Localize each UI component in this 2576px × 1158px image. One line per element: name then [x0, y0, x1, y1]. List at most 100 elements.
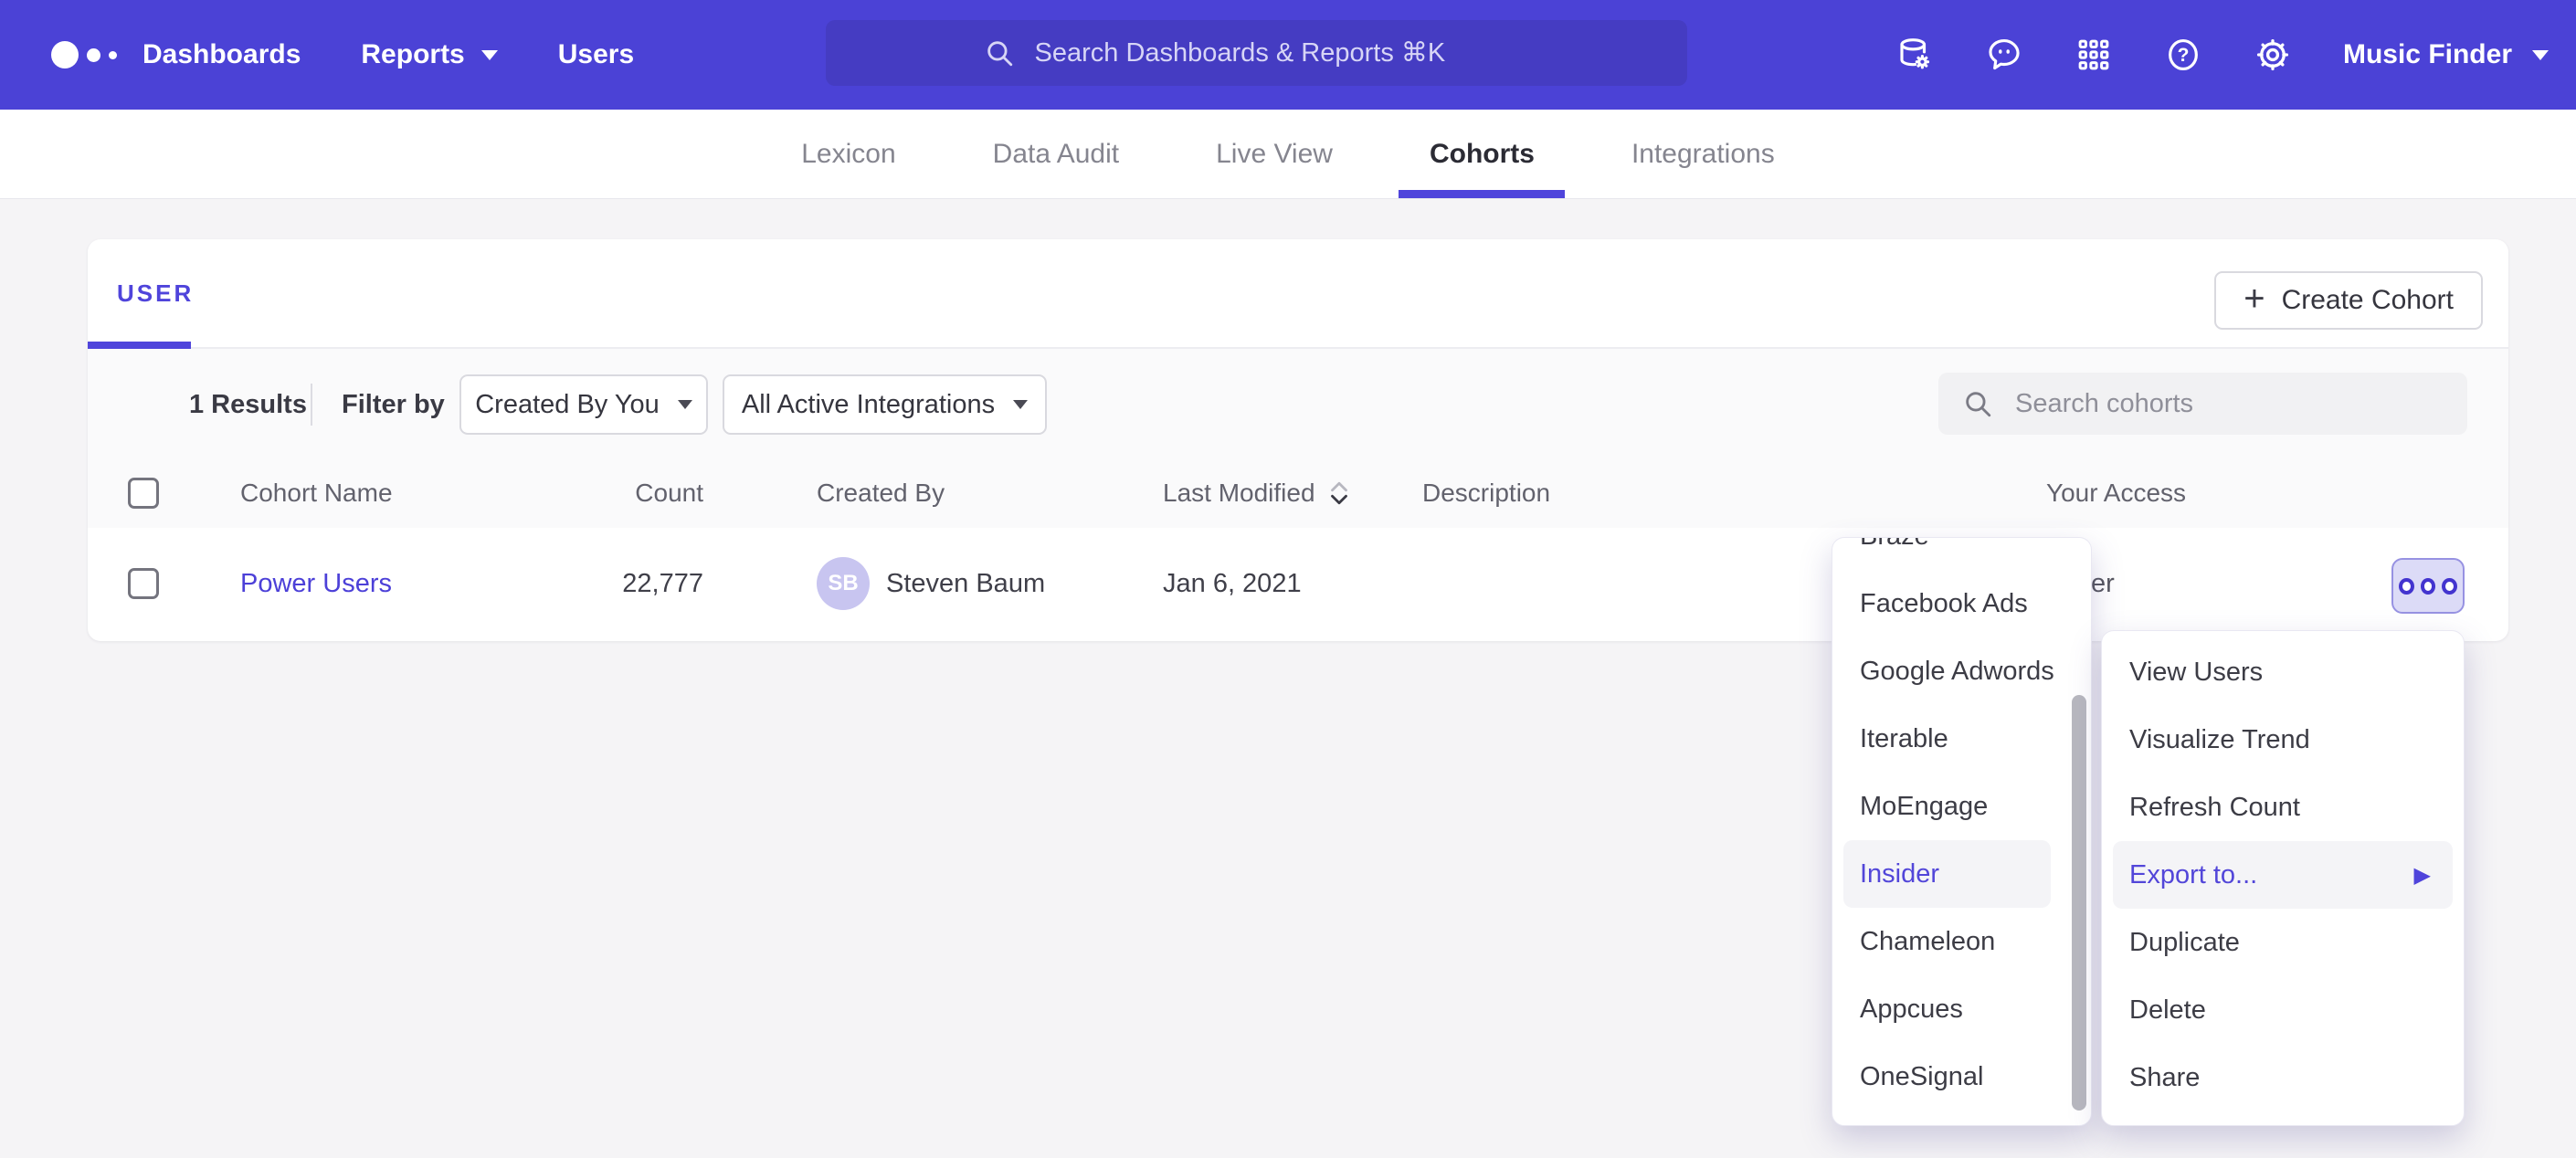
- section-tabs: Lexicon Data Audit Live View Cohorts Int…: [0, 110, 2576, 199]
- export-to-submenu-list: Braze Facebook Ads Google Adwords Iterab…: [1832, 537, 2091, 1111]
- data-management-icon[interactable]: [1895, 36, 1934, 74]
- ellipsis-dot-icon: [2421, 578, 2436, 595]
- tab-cohorts-label: Cohorts: [1430, 139, 1535, 170]
- tab-data-audit-label: Data Audit: [993, 139, 1119, 170]
- nav-reports[interactable]: Reports: [361, 39, 497, 70]
- create-cohort-button[interactable]: + Create Cohort: [2214, 271, 2483, 330]
- col-created-by: Created By: [817, 458, 945, 528]
- created-by-cell: SB Steven Baum: [817, 528, 1045, 639]
- help-icon[interactable]: ?: [2164, 36, 2202, 74]
- sort-icon: [1328, 479, 1350, 507]
- active-tab-underline: [1399, 190, 1565, 198]
- your-access-cell-clipped: er: [2091, 528, 2115, 639]
- ellipsis-dot-icon: [2399, 578, 2414, 595]
- menu-item-chameleon[interactable]: Chameleon: [1832, 908, 2091, 975]
- tab-cohorts[interactable]: Cohorts: [1424, 110, 1540, 198]
- row-checkbox-cell: [128, 528, 159, 639]
- col-cohort-name: Cohort Name: [240, 458, 393, 528]
- menu-item-iterable[interactable]: Iterable: [1832, 705, 2091, 773]
- tab-live-view[interactable]: Live View: [1210, 110, 1338, 198]
- col-last-modified[interactable]: Last Modified: [1163, 458, 1350, 528]
- chevron-down-icon: [678, 400, 692, 409]
- global-search-input[interactable]: [1033, 37, 1530, 69]
- integrations-filter-dropdown[interactable]: All Active Integrations: [723, 374, 1047, 435]
- cohort-search[interactable]: [1938, 373, 2467, 435]
- tab-live-view-label: Live View: [1216, 139, 1333, 170]
- table-header: Cohort Name Count Created By Last Modifi…: [88, 458, 2508, 530]
- plus-icon: +: [2243, 280, 2265, 317]
- menu-item-onesignal[interactable]: OneSignal: [1832, 1043, 2091, 1111]
- menu-item-export-to-label: Export to...: [2129, 860, 2257, 890]
- export-to-submenu: Braze Facebook Ads Google Adwords Iterab…: [1832, 537, 2092, 1126]
- menu-item-insider[interactable]: Insider: [1843, 840, 2051, 908]
- create-cohort-label: Create Cohort: [2282, 285, 2454, 316]
- integrations-filter-label: All Active Integrations: [742, 390, 995, 420]
- menu-item-facebook-ads[interactable]: Facebook Ads: [1832, 570, 2091, 637]
- settings-gear-icon[interactable]: [2254, 36, 2292, 74]
- col-description: Description: [1422, 458, 1550, 528]
- select-all-checkbox-cell: [128, 458, 159, 528]
- top-navbar: Dashboards Reports Users: [0, 0, 2576, 110]
- menu-item-refresh-count[interactable]: Refresh Count: [2102, 774, 2464, 841]
- project-switcher[interactable]: Music Finder: [2343, 39, 2549, 70]
- avatar: SB: [817, 557, 870, 610]
- menu-item-visualize-trend[interactable]: Visualize Trend: [2102, 706, 2464, 774]
- divider: [311, 384, 312, 426]
- nav-dashboards[interactable]: Dashboards: [143, 39, 301, 70]
- submenu-scrollbar-thumb[interactable]: [2072, 695, 2086, 1111]
- tab-integrations[interactable]: Integrations: [1626, 110, 1780, 198]
- search-icon: [1962, 388, 1993, 419]
- count-cell: 22,777: [499, 528, 703, 639]
- user-tab-underline: [88, 342, 191, 349]
- svg-text:?: ?: [2178, 45, 2190, 66]
- created-by-name: Steven Baum: [886, 569, 1045, 599]
- nav-users[interactable]: Users: [558, 39, 634, 70]
- chevron-down-icon: [481, 50, 498, 60]
- last-modified-cell: Jan 6, 2021: [1163, 528, 1302, 639]
- menu-item-google-adwords[interactable]: Google Adwords: [1832, 637, 2091, 705]
- menu-item-share[interactable]: Share: [2102, 1044, 2464, 1111]
- navbar-right: ? Music Finder: [1895, 0, 2549, 110]
- table-row: Power Users 22,777 SB Steven Baum Jan 6,…: [88, 528, 2508, 639]
- select-all-checkbox[interactable]: [128, 478, 159, 509]
- tab-data-audit[interactable]: Data Audit: [987, 110, 1124, 198]
- menu-item-braze[interactable]: Braze: [1832, 537, 2091, 570]
- menu-item-delete[interactable]: Delete: [2102, 976, 2464, 1044]
- menu-item-export-to[interactable]: Export to... ▶: [2113, 841, 2453, 909]
- feedback-icon[interactable]: [1985, 36, 2023, 74]
- search-icon: [984, 37, 1015, 68]
- cohort-name-link[interactable]: Power Users: [240, 569, 392, 599]
- nav-dashboards-label: Dashboards: [143, 39, 301, 70]
- row-checkbox[interactable]: [128, 568, 159, 599]
- tab-user-cohorts[interactable]: USER: [117, 279, 194, 308]
- nav-users-label: Users: [558, 39, 634, 70]
- tab-lexicon-label: Lexicon: [801, 139, 895, 170]
- apps-grid-icon[interactable]: [2075, 36, 2113, 74]
- cohort-type-tabs: USER + Create Cohort: [88, 239, 2508, 349]
- chevron-down-icon: [2532, 50, 2549, 60]
- created-by-filter-label: Created By You: [475, 390, 660, 420]
- row-actions-button[interactable]: [2391, 558, 2465, 614]
- mixpanel-logo-icon[interactable]: [51, 0, 117, 110]
- ellipsis-dot-icon: [2442, 578, 2457, 595]
- global-search[interactable]: [826, 20, 1687, 86]
- submenu-arrow-icon: ▶: [2414, 862, 2431, 889]
- row-actions-menu: View Users Visualize Trend Refresh Count…: [2101, 630, 2465, 1126]
- col-count: Count: [499, 458, 703, 528]
- menu-item-duplicate[interactable]: Duplicate: [2102, 909, 2464, 976]
- menu-item-view-users[interactable]: View Users: [2102, 638, 2464, 706]
- project-name: Music Finder: [2343, 39, 2512, 70]
- results-count: 1 Results: [189, 374, 307, 435]
- app-window: Dashboards Reports Users: [0, 0, 2576, 1158]
- chevron-down-icon: [1013, 400, 1028, 409]
- cohort-name-cell: Power Users: [240, 528, 392, 639]
- menu-item-moengage[interactable]: MoEngage: [1832, 773, 2091, 840]
- menu-item-appcues[interactable]: Appcues: [1832, 975, 2091, 1043]
- col-last-modified-label: Last Modified: [1163, 479, 1315, 508]
- tab-lexicon[interactable]: Lexicon: [796, 110, 901, 198]
- nav-reports-label: Reports: [361, 39, 464, 70]
- created-by-filter-dropdown[interactable]: Created By You: [459, 374, 708, 435]
- cohort-search-input[interactable]: [2013, 388, 2419, 420]
- col-your-access: Your Access: [2046, 458, 2186, 528]
- filter-by-label: Filter by: [342, 374, 445, 435]
